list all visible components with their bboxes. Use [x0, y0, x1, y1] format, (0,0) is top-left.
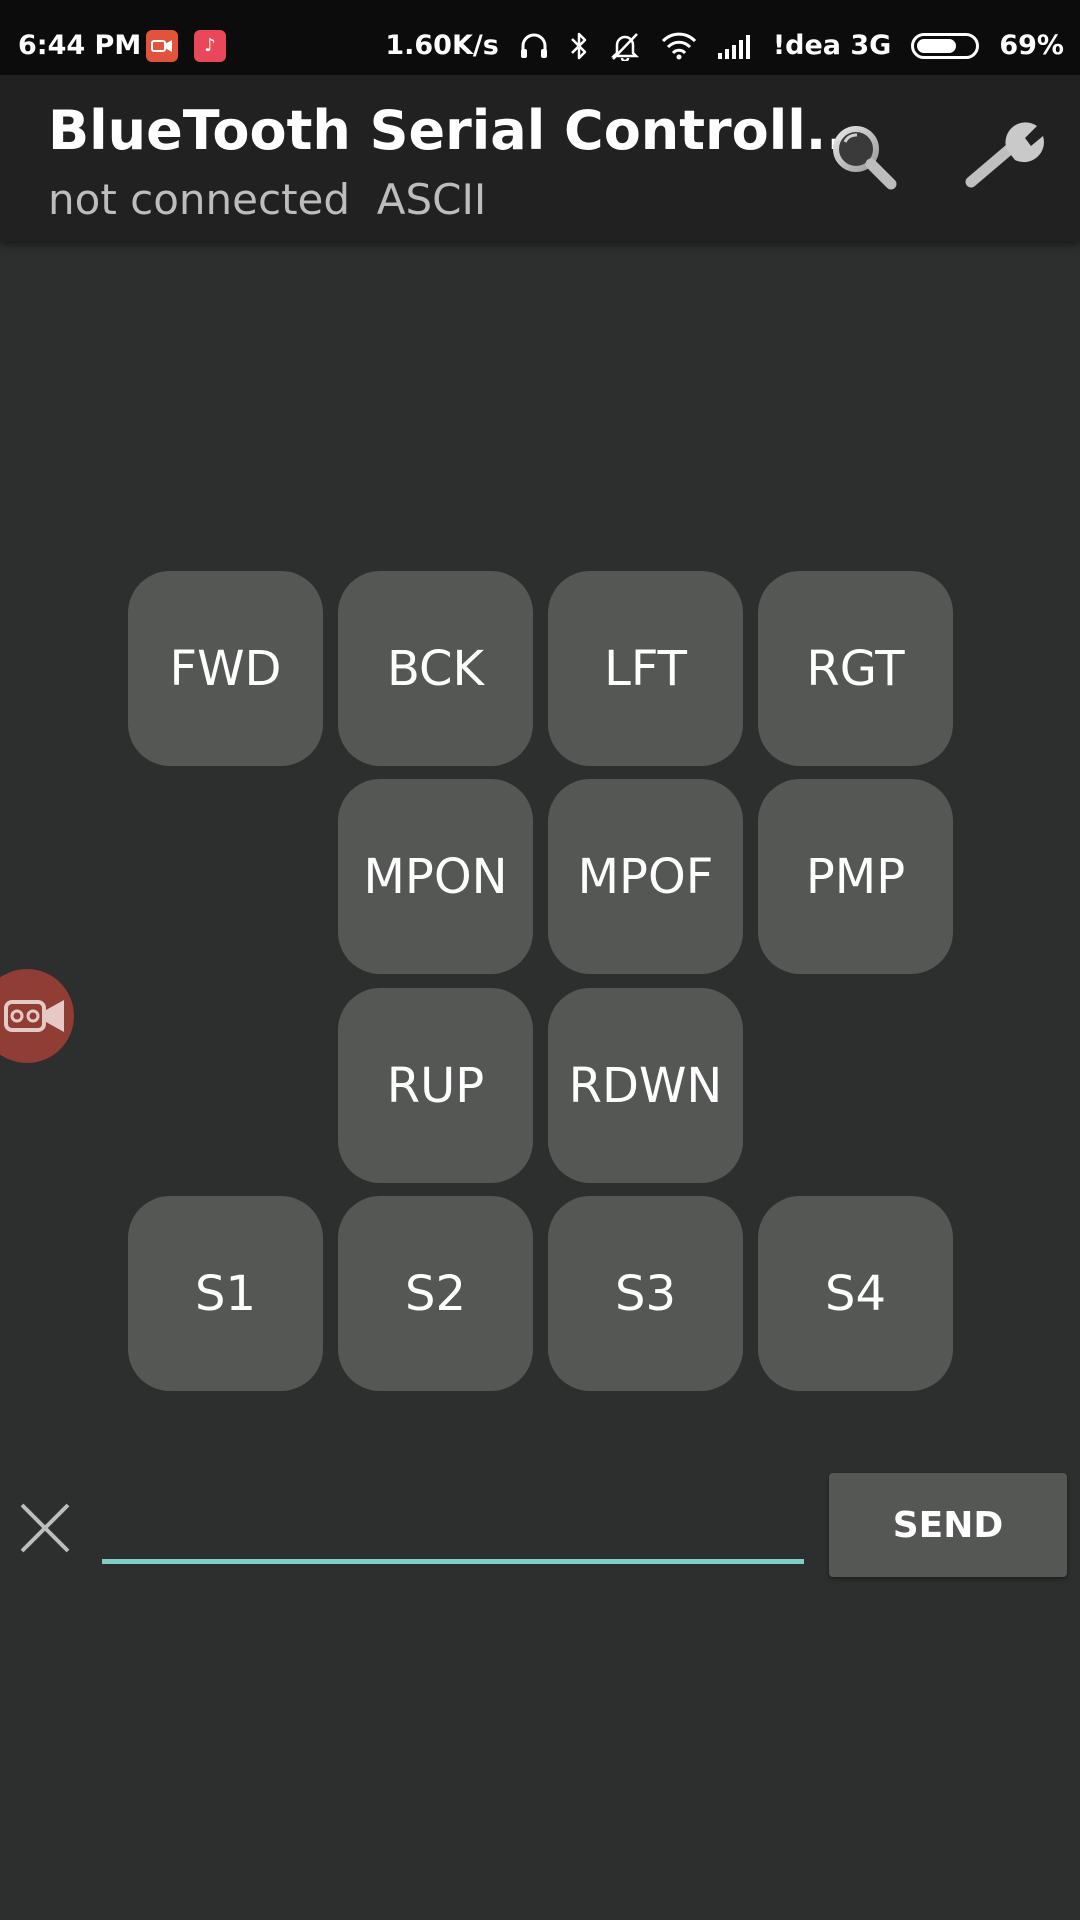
fwd-button[interactable]: FWD	[128, 571, 323, 766]
bck-button[interactable]: BCK	[338, 571, 533, 766]
app-title: BlueTooth Serial Controll...	[48, 99, 868, 162]
notifications-off-icon	[609, 31, 641, 61]
carrier-name: !dea 3G	[772, 30, 892, 61]
bluetooth-icon	[569, 31, 589, 61]
settings-button[interactable]	[960, 111, 1050, 201]
connection-status: not connected ASCII	[48, 175, 487, 224]
s4-button[interactable]: S4	[758, 1196, 953, 1391]
mpof-button[interactable]: MPOF	[548, 779, 743, 974]
search-icon	[833, 126, 897, 190]
lft-button[interactable]: LFT	[548, 571, 743, 766]
clear-input-button[interactable]	[14, 1497, 76, 1559]
network-speed: 1.60K/s	[385, 30, 499, 61]
battery-level	[917, 38, 956, 53]
signal-icon	[717, 33, 753, 59]
status-time: 6:44 PM	[18, 30, 142, 61]
status-indicators: 1.60K/s !dea 3G 69%	[385, 30, 1064, 61]
mpon-button[interactable]: MPON	[338, 779, 533, 974]
battery-percent: 69%	[999, 30, 1064, 61]
s3-button[interactable]: S3	[548, 1196, 743, 1391]
battery-icon	[911, 32, 980, 59]
action-bar: BlueTooth Serial Controll... not connect…	[0, 75, 1080, 241]
message-input[interactable]	[102, 1490, 804, 1564]
rgt-button[interactable]: RGT	[758, 571, 953, 766]
headphones-icon	[519, 32, 549, 60]
floating-recorder-button[interactable]	[0, 969, 74, 1063]
wifi-icon	[661, 32, 697, 60]
search-button[interactable]	[818, 111, 908, 201]
status-bar: 6:44 PM ♪ 1.60K/s !dea 3G 69%	[0, 0, 1080, 75]
rdwn-button[interactable]: RDWN	[548, 988, 743, 1183]
close-icon	[20, 1503, 70, 1553]
s2-button[interactable]: S2	[338, 1196, 533, 1391]
video-camera-icon	[4, 1000, 64, 1032]
screen-recorder-icon	[146, 30, 178, 62]
send-button[interactable]: SEND	[829, 1473, 1067, 1577]
s1-button[interactable]: S1	[128, 1196, 323, 1391]
pmp-button[interactable]: PMP	[758, 779, 953, 974]
tiktok-icon: ♪	[194, 30, 226, 62]
wrench-icon	[965, 122, 1044, 188]
rup-button[interactable]: RUP	[338, 988, 533, 1183]
